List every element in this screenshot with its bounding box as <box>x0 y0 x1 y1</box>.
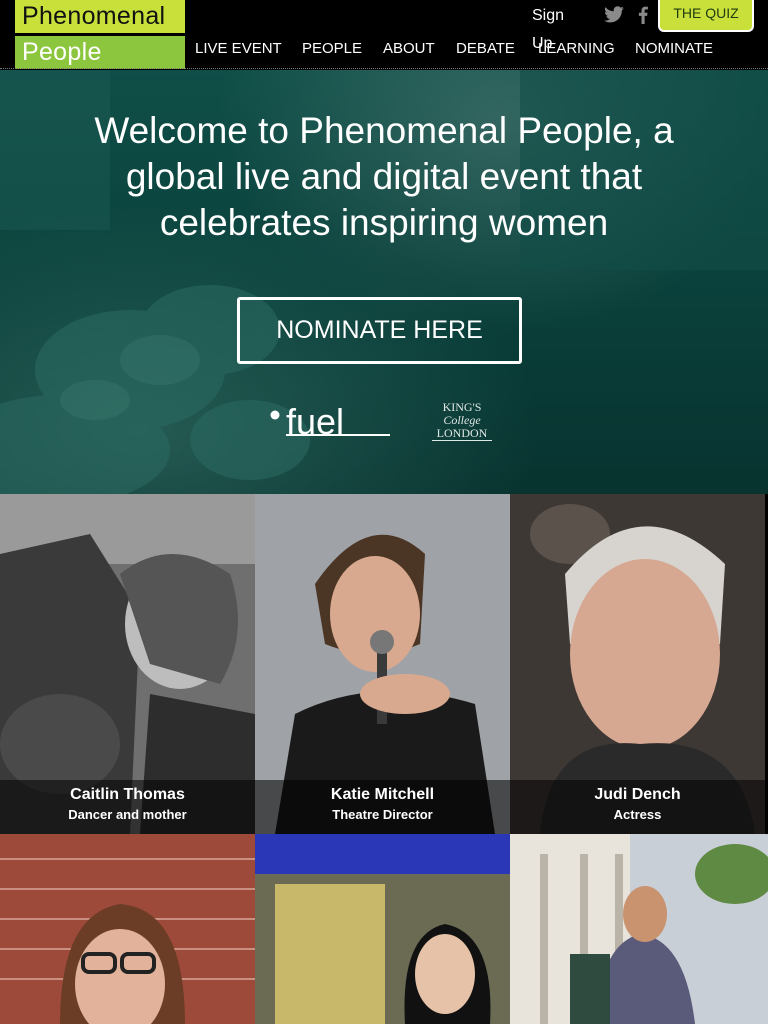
person-card[interactable]: Caitlin Thomas Dancer and mother <box>0 494 255 834</box>
person-card[interactable] <box>255 834 510 1024</box>
fuel-logo[interactable]: fuel <box>270 400 392 438</box>
person-card[interactable]: Katie Mitchell Theatre Director <box>255 494 510 834</box>
person-name: Judi Dench <box>594 786 681 803</box>
person-photo <box>255 834 510 1024</box>
logo-word-bottom: People <box>15 36 185 69</box>
nav-nominate[interactable]: NOMINATE <box>635 40 713 57</box>
nav-live-event[interactable]: LIVE EVENT <box>195 40 282 57</box>
person-name: Katie Mitchell <box>330 786 435 803</box>
nav-learning[interactable]: LEARNING <box>538 40 615 57</box>
nav-people[interactable]: PEOPLE <box>302 40 362 57</box>
person-caption: Judi Dench Actress <box>510 780 765 834</box>
person-role: Dancer and mother <box>68 807 187 822</box>
header-divider <box>0 68 768 69</box>
person-card[interactable] <box>0 834 255 1024</box>
facebook-icon[interactable] <box>637 6 649 24</box>
nav-about[interactable]: ABOUT <box>383 40 435 57</box>
kings-college-logo[interactable]: KING'S College LONDON <box>432 401 492 441</box>
site-header: Phenomenal People Sign Up THE QUIZ LIVE … <box>0 0 768 70</box>
hero-banner: Welcome to Phenomenal People, a global l… <box>0 70 768 494</box>
person-photo <box>0 834 255 1024</box>
person-caption: Caitlin Thomas Dancer and mother <box>0 780 255 834</box>
person-role: Theatre Director <box>332 807 433 822</box>
nav-debate[interactable]: DEBATE <box>456 40 515 57</box>
quiz-button[interactable]: THE QUIZ <box>658 0 754 32</box>
person-card[interactable] <box>510 834 768 1024</box>
person-name: Caitlin Thomas <box>70 786 185 803</box>
person-photo <box>510 834 768 1024</box>
logo-word-top: Phenomenal <box>15 0 185 33</box>
hero-title: Welcome to Phenomenal People, a global l… <box>94 110 674 243</box>
person-card[interactable]: Judi Dench Actress <box>510 494 765 834</box>
kings-line-3: LONDON <box>432 427 492 441</box>
site-logo[interactable]: Phenomenal People <box>15 0 185 70</box>
person-role: Actress <box>613 807 662 822</box>
twitter-icon[interactable] <box>603 6 625 24</box>
person-caption: Katie Mitchell Theatre Director <box>255 780 510 834</box>
fuel-logo-text: fuel <box>286 401 344 438</box>
nominate-button[interactable]: NOMINATE HERE <box>237 297 522 364</box>
